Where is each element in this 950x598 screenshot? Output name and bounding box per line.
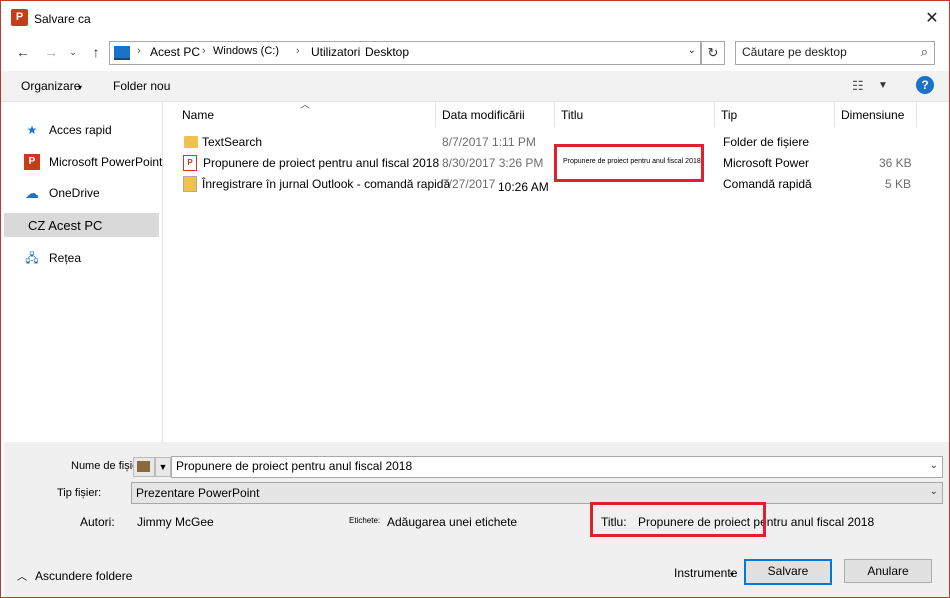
tags-value[interactable]: Adăugarea unei etichete — [387, 515, 517, 529]
powerpoint-file-icon: P — [183, 155, 197, 171]
file-type: Microsoft Power — [723, 156, 810, 170]
view-chevron-down-icon[interactable]: ▼ — [878, 80, 888, 91]
file-date: 8/7/2017 1:11 PM — [442, 135, 536, 149]
column-divider[interactable] — [916, 102, 917, 127]
tags-label: Etichete: — [349, 516, 381, 525]
breadcrumb-desktop[interactable]: Desktop — [365, 45, 409, 59]
file-size: 36 KB — [879, 156, 912, 170]
folder-icon — [184, 136, 198, 148]
powerpoint-icon: P — [24, 154, 40, 170]
save-button[interactable]: Salvare — [744, 559, 832, 585]
filename-field[interactable]: ⌄ — [171, 456, 943, 478]
sidebar-item-label: OneDrive — [49, 186, 100, 200]
sidebar-item-label: Microsoft PowerPoint — [49, 155, 163, 169]
organize-button[interactable]: Organizare — [21, 79, 80, 93]
file-type: Folder de fișiere — [723, 135, 810, 149]
authors-value[interactable]: Jimmy McGee — [137, 515, 214, 529]
new-folder-button[interactable]: Folder nou — [113, 79, 170, 93]
computer-icon — [114, 46, 130, 60]
column-header-size[interactable]: Dimensiune — [835, 102, 915, 127]
view-options-icon[interactable]: ☷ — [852, 78, 864, 94]
breadcrumb-users[interactable]: Utilizatori — [311, 45, 360, 59]
sidebar-item-label: Acces rapid — [49, 123, 112, 137]
authors-label: Autori: — [80, 515, 115, 529]
hide-folders-button[interactable]: Ascundere foldere — [35, 569, 132, 583]
powerpoint-app-icon: P — [11, 9, 28, 26]
sidebar-item-label: Rețea — [49, 251, 82, 265]
forward-arrow-icon[interactable]: → — [41, 42, 61, 62]
star-icon: ★ — [26, 123, 38, 137]
title-highlight-box — [554, 144, 704, 182]
filename-input[interactable] — [172, 457, 916, 475]
back-arrow-icon[interactable]: ← — [13, 42, 33, 62]
file-date: 7/27/2017 — [442, 177, 496, 191]
recent-chevron-down-icon[interactable]: ⌄ — [63, 42, 83, 62]
filename-dropdown-icon[interactable]: ▼ — [155, 457, 171, 477]
filetype-select[interactable]: Prezentare PowerPoint ⌄ — [131, 482, 943, 504]
sidebar-item-label: CZ Acest PC — [28, 218, 103, 233]
window-title: Salvare ca — [34, 12, 91, 26]
sidebar-item-powerpoint[interactable]: P Microsoft PowerPoint — [4, 150, 163, 174]
address-bar[interactable]: › Acest PC › Windows (C:) › Utilizatori … — [109, 41, 701, 65]
file-name: Propunere de proiect pentru anul fiscal … — [203, 156, 440, 170]
sidebar-item-quick-access[interactable]: ★ Acces rapid — [4, 118, 159, 142]
help-icon[interactable]: ? — [916, 76, 934, 94]
command-bar: Organizare ▾ Folder nou ☷ ▼ ? — [1, 71, 949, 102]
search-input[interactable] — [736, 42, 912, 62]
organize-chevron-down-icon[interactable]: ▾ — [78, 83, 82, 92]
cloud-icon: ☁ — [25, 185, 39, 201]
filetype-label: Tip fișier: — [57, 487, 102, 499]
file-name: TextSearch — [202, 135, 263, 149]
title-bar: P Salvare ca ✕ — [1, 1, 949, 37]
address-chevron-down-icon[interactable]: ⌄ — [688, 45, 696, 56]
file-time: 10:26 AM — [498, 180, 549, 194]
file-name: Înregistrare în jurnal Outlook - comandă… — [202, 177, 451, 191]
search-box[interactable]: ⌕ — [735, 41, 935, 65]
refresh-icon[interactable]: ↻ — [701, 41, 725, 65]
network-icon: 🖧 — [25, 251, 39, 265]
column-header-title[interactable]: Titlu — [555, 102, 713, 127]
shortcut-icon — [183, 176, 197, 192]
title-field-highlight-box — [590, 502, 766, 537]
column-header-date[interactable]: Data modificării — [436, 102, 553, 127]
filetype-chevron-down-icon[interactable]: ⌄ — [930, 486, 938, 497]
file-size: 5 KB — [885, 177, 912, 191]
tools-chevron-down-icon[interactable]: ▾ — [730, 570, 734, 579]
breadcrumb-separator: › — [137, 45, 141, 57]
sidebar-item-network[interactable]: 🖧 Rețea — [4, 246, 159, 270]
tools-button[interactable]: Instrumente — [674, 566, 737, 580]
chevron-up-icon[interactable]: ︿ — [17, 568, 27, 583]
save-as-dialog: P Salvare ca ✕ ← → ⌄ ↑ › Acest PC › Wind… — [0, 0, 950, 598]
search-icon[interactable]: ⌕ — [921, 44, 928, 60]
breadcrumb-this-pc[interactable]: Acest PC — [150, 45, 200, 59]
filename-chevron-down-icon[interactable]: ⌄ — [930, 460, 938, 471]
sidebar-item-this-pc[interactable]: CZ Acest PC — [4, 213, 159, 237]
column-header-type[interactable]: Tip — [715, 102, 833, 127]
breadcrumb-windows-c[interactable]: Windows (C:) — [213, 45, 279, 57]
file-type-icon — [133, 457, 155, 477]
breadcrumb-separator: › — [296, 45, 300, 57]
breadcrumb-separator: › — [202, 45, 206, 57]
filetype-value: Prezentare PowerPoint — [136, 486, 260, 500]
column-header-name[interactable]: Name — [176, 102, 434, 127]
navigation-pane: ★ Acces rapid P Microsoft PowerPoint ☁ O… — [4, 102, 163, 442]
file-date: 8/30/2017 3:26 PM — [442, 156, 544, 170]
file-type: Comandă rapidă — [723, 177, 812, 191]
up-arrow-icon[interactable]: ↑ — [86, 42, 106, 62]
sidebar-item-onedrive[interactable]: ☁ OneDrive — [4, 181, 159, 205]
close-icon[interactable]: ✕ — [919, 7, 945, 31]
cancel-button[interactable]: Anulare — [844, 559, 932, 583]
